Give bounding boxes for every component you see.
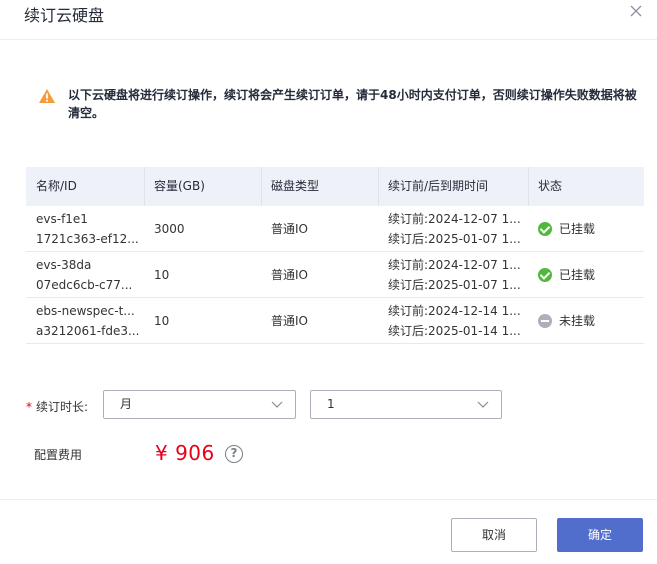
expiry-cell: 续订前:2024-12-14 1... 续订后:2025-01-14 1... <box>378 301 528 341</box>
expiry-after: 续订后:2025-01-07 1... <box>388 277 521 292</box>
status-text: 已挂载 <box>559 222 596 236</box>
duration-unit-value: 月 <box>120 397 133 411</box>
disk-type: 普通IO <box>271 314 308 328</box>
help-icon[interactable]: ? <box>225 445 243 463</box>
column-header-name: 名称/ID <box>36 179 77 193</box>
disk-name-cell: evs-f1e1 1721c363-ef12... <box>26 209 144 249</box>
disk-id: 07edc6cb-c77... <box>36 277 133 292</box>
table-header: 名称/ID 容量(GB) 磁盘类型 续订前/后到期时间 状态 <box>26 167 644 206</box>
status-text: 未挂载 <box>559 314 596 328</box>
renew-disk-dialog: 续订云硬盘 以下云硬盘将进行续订操作，续订将会产生续订订单，请于48小时内支付订… <box>0 0 657 564</box>
dialog-title: 续订云硬盘 <box>24 6 105 25</box>
expiry-before: 续订前:2024-12-07 1... <box>388 257 521 272</box>
disk-type: 普通IO <box>271 268 308 282</box>
disk-name-cell: evs-38da 07edc6cb-c77... <box>26 255 144 295</box>
disk-name: evs-f1e1 <box>36 211 88 226</box>
expiry-after: 续订后:2025-01-14 1... <box>388 323 521 338</box>
table-row: ebs-newspec-t... a3212061-fde3... 10 普通I… <box>26 298 644 344</box>
check-circle-icon <box>538 267 552 282</box>
disk-capacity: 10 <box>154 313 170 328</box>
disk-name: evs-38da <box>36 257 92 272</box>
expiry-before: 续订前:2024-12-14 1... <box>388 303 521 318</box>
cancel-button[interactable]: 取消 <box>451 518 537 552</box>
column-header-expiry: 续订前/后到期时间 <box>378 167 528 206</box>
expiry-cell: 续订前:2024-12-07 1... 续订后:2025-01-07 1... <box>378 255 528 295</box>
table-row: evs-f1e1 1721c363-ef12... 3000 普通IO 续订前:… <box>26 206 644 252</box>
disk-capacity: 10 <box>154 267 170 282</box>
column-header-capacity: 容量(GB) <box>144 167 261 206</box>
disk-name: ebs-newspec-t... <box>36 303 135 318</box>
close-icon[interactable] <box>629 4 643 18</box>
duration-unit-select[interactable]: 月 <box>103 390 296 419</box>
duration-count-value: 1 <box>327 397 335 411</box>
status-cell: 已挂载 <box>528 266 644 283</box>
expiry-before: 续订前:2024-12-07 1... <box>388 211 521 226</box>
dialog-footer-divider <box>0 499 657 500</box>
table-row: evs-38da 07edc6cb-c77... 10 普通IO 续订前:202… <box>26 252 644 298</box>
notice-text: 以下云硬盘将进行续订操作，续订将会产生续订订单，请于48小时内支付订单，否则续订… <box>68 88 637 120</box>
fee-label: 配置费用 <box>34 448 83 462</box>
expiry-after: 续订后:2025-01-07 1... <box>388 231 521 246</box>
expiry-cell: 续订前:2024-12-07 1... 续订后:2025-01-07 1... <box>378 209 528 249</box>
duration-label-text: 续订时长: <box>36 400 89 414</box>
warning-icon <box>39 89 55 103</box>
disk-name-cell: ebs-newspec-t... a3212061-fde3... <box>26 301 144 341</box>
duration-label: * 续订时长: <box>26 398 88 415</box>
status-cell: 未挂载 <box>528 312 644 329</box>
disk-type: 普通IO <box>271 222 308 236</box>
status-text: 已挂载 <box>559 268 596 282</box>
column-header-status: 状态 <box>528 167 644 206</box>
column-header-type: 磁盘类型 <box>261 167 378 206</box>
duration-count-select[interactable]: 1 <box>310 390 502 419</box>
status-cell: 已挂载 <box>528 220 644 237</box>
fee-value: ¥ 906 <box>155 441 215 465</box>
disk-table: 名称/ID 容量(GB) 磁盘类型 续订前/后到期时间 状态 evs-f1e1 … <box>26 167 644 344</box>
required-mark: * <box>26 400 32 414</box>
check-circle-icon <box>538 221 552 236</box>
disk-id: 1721c363-ef12... <box>36 231 139 246</box>
disk-id: a3212061-fde3... <box>36 323 140 338</box>
confirm-button[interactable]: 确定 <box>557 518 643 552</box>
minus-circle-icon <box>538 313 552 328</box>
disk-capacity: 3000 <box>154 221 185 236</box>
dialog-header: 续订云硬盘 <box>0 0 657 40</box>
chevron-down-icon <box>271 401 283 408</box>
chevron-down-icon <box>477 401 489 408</box>
